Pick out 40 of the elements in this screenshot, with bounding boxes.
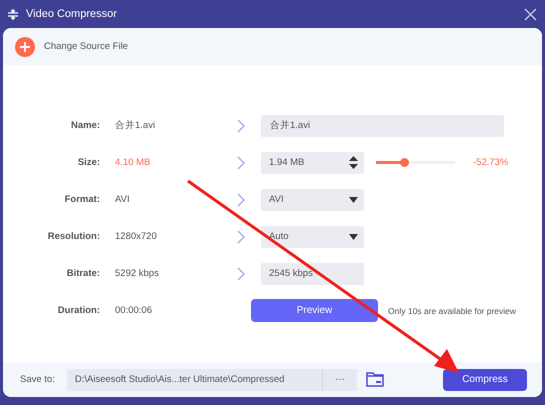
dropdown-caret-icon [349, 234, 358, 240]
field-label: Bitrate: [66, 268, 100, 279]
field-label: Size: [76, 157, 100, 168]
compression-slider[interactable] [376, 161, 455, 164]
source-value: AVI [114, 194, 131, 205]
chevron-right-icon [236, 192, 246, 206]
output-name-field[interactable]: 合并1.avi [261, 114, 504, 136]
field-label: Duration: [56, 305, 100, 316]
source-value: 4.10 MB [114, 157, 152, 168]
window-title: Video Compressor [26, 8, 118, 20]
compress-icon [8, 8, 18, 20]
field-label: Format: [64, 194, 100, 205]
source-value: 00:00:06 [114, 305, 153, 316]
folder-icon[interactable] [366, 372, 384, 387]
output-input-field[interactable]: 2545 kbps [261, 262, 364, 284]
output-dropdown[interactable]: AVI [261, 188, 364, 210]
chevron-right-icon [236, 266, 246, 280]
source-value: 5292 kbps [114, 268, 160, 279]
chevron-right-icon [236, 156, 246, 170]
save-to-label: Save to: [20, 374, 55, 385]
save-path-field[interactable]: D:\Aiseesoft Studio\Ais...ter Ultimate\Compressed ··· [66, 368, 357, 390]
slider-thumb[interactable] [400, 158, 409, 167]
change-source-link[interactable]: Change Source File [44, 41, 128, 52]
field-label: Resolution: [46, 231, 100, 242]
close-icon[interactable] [524, 8, 537, 20]
compress-button[interactable]: Compress [443, 368, 527, 390]
chevron-right-icon [236, 230, 246, 244]
dropdown-caret-icon [349, 196, 358, 202]
output-size-spinbox[interactable]: 1.94 MB [261, 152, 364, 174]
field-label: Name: [70, 120, 100, 131]
compression-reading: -52.73% [473, 157, 508, 168]
chevron-right-icon [236, 118, 246, 132]
source-value: 合并1.avi [114, 119, 156, 132]
preview-button[interactable]: Preview [251, 299, 378, 322]
browse-button[interactable]: ··· [322, 368, 357, 390]
spin-arrows-icon[interactable] [349, 155, 358, 170]
source-value: 1280x720 [114, 231, 158, 242]
preview-note: Only 10s are available for preview [388, 306, 516, 316]
output-dropdown[interactable]: Auto [261, 226, 364, 248]
add-icon[interactable] [15, 36, 35, 56]
